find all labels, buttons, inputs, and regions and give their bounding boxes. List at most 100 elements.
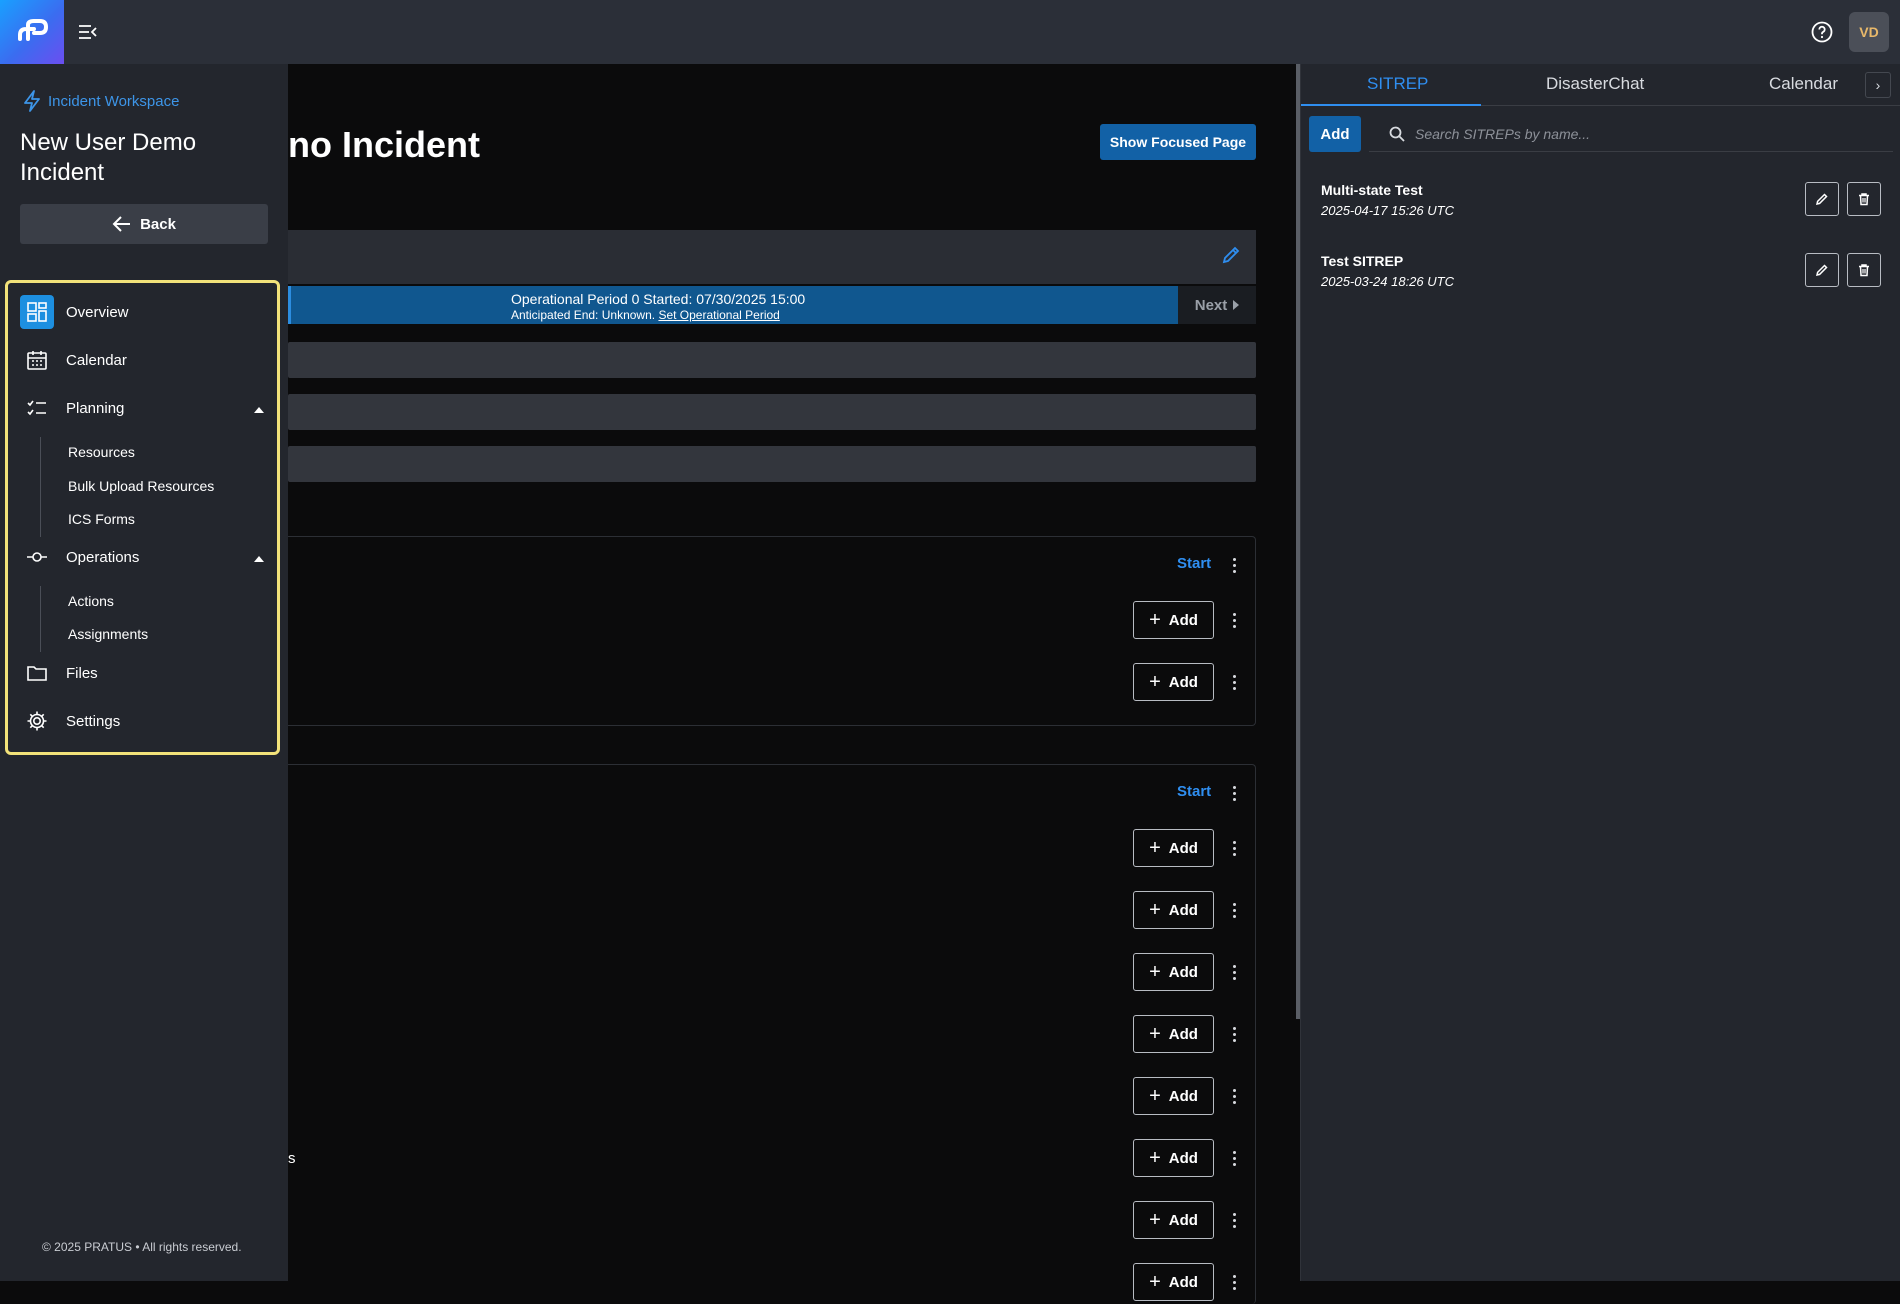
more-vertical-icon[interactable] [1226, 900, 1242, 920]
add-button[interactable]: + Add [1133, 1139, 1214, 1177]
caret-right-icon [1233, 300, 1240, 310]
sidebar-item-ics-forms[interactable]: ICS Forms [68, 511, 135, 527]
add-button[interactable]: + Add [1133, 891, 1214, 929]
add-button[interactable]: + Add [1133, 601, 1214, 639]
tab-sitrep[interactable]: SITREP [1367, 74, 1428, 94]
more-vertical-icon[interactable] [1226, 1024, 1242, 1044]
info-bar [288, 446, 1256, 482]
plus-icon: + [1149, 1147, 1161, 1169]
sidebar-item-files[interactable]: Files [20, 656, 98, 690]
checklist-icon [20, 391, 54, 425]
start-link[interactable]: Start [1177, 783, 1211, 800]
right-panel: SITREP DisasterChat Calendar › Add Multi… [1300, 64, 1900, 1281]
sidebar-nav: Overview Calendar Planning Resources Bul… [5, 280, 280, 755]
edit-sitrep-button[interactable] [1805, 182, 1839, 216]
sitrep-list-item[interactable]: Test SITREP 2025-03-24 18:26 UTC [1321, 253, 1891, 303]
arrow-left-icon [112, 216, 131, 232]
back-button[interactable]: Back [20, 204, 268, 244]
add-button[interactable]: + Add [1133, 1201, 1214, 1239]
sidebar-item-settings[interactable]: Settings [20, 704, 120, 738]
chevron-up-icon[interactable] [254, 407, 264, 413]
add-button[interactable]: + Add [1133, 663, 1214, 701]
add-button[interactable]: + Add [1133, 953, 1214, 991]
back-label: Back [140, 215, 176, 233]
sitrep-name: Multi-state Test [1321, 182, 1423, 198]
more-vertical-icon[interactable] [1226, 1148, 1242, 1168]
add-button[interactable]: + Add [1133, 1077, 1214, 1115]
more-vertical-icon[interactable] [1226, 962, 1242, 982]
add-button[interactable]: + Add [1133, 829, 1214, 867]
more-vertical-icon[interactable] [1226, 672, 1242, 692]
next-period-button[interactable]: Next [1178, 286, 1256, 324]
sidebar-item-bulk-upload-resources[interactable]: Bulk Upload Resources [68, 478, 214, 494]
sidebar-item-label: Calendar [66, 351, 127, 369]
delete-sitrep-button[interactable] [1847, 182, 1881, 216]
sidebar-item-label: Overview [66, 303, 129, 321]
sidebar-item-label: Operations [66, 548, 140, 566]
add-label: Add [1168, 839, 1198, 857]
more-vertical-icon[interactable] [1226, 610, 1242, 630]
sidebar-item-label: Planning [66, 399, 125, 417]
folder-icon [20, 656, 54, 690]
sitrep-date: 2025-03-24 18:26 UTC [1321, 274, 1454, 289]
sidebar: Incident Workspace New User Demo Inciden… [0, 64, 288, 1281]
more-vertical-icon[interactable] [1226, 838, 1242, 858]
more-vertical-icon[interactable] [1226, 1210, 1242, 1230]
help-circle-icon[interactable] [1810, 20, 1834, 44]
chevron-right-icon[interactable]: › [1865, 72, 1891, 98]
menu-collapse-icon[interactable] [76, 20, 100, 44]
lightning-icon [24, 90, 40, 112]
add-button[interactable]: + Add [1133, 1263, 1214, 1301]
list-item-text-fragment: s [288, 1150, 296, 1167]
plus-icon: + [1149, 1271, 1161, 1293]
pencil-icon [1815, 264, 1828, 277]
next-label: Next [1194, 296, 1228, 314]
section-card: Start + Add + Add + Add + Add + Add + Add + Add… [288, 764, 1256, 1304]
delete-sitrep-button[interactable] [1847, 253, 1881, 287]
show-focused-page-button[interactable]: Show Focused Page [1100, 124, 1256, 160]
start-link[interactable]: Start [1177, 555, 1211, 572]
sitrep-search [1369, 116, 1893, 152]
add-button[interactable]: + Add [1133, 1015, 1214, 1053]
sidebar-item-operations[interactable]: Operations [20, 540, 139, 574]
sidebar-item-planning[interactable]: Planning [20, 391, 124, 425]
more-vertical-icon[interactable] [1226, 1272, 1242, 1292]
tab-disasterchat[interactable]: DisasterChat [1546, 74, 1644, 94]
chevron-up-icon[interactable] [254, 556, 264, 562]
add-sitrep-button[interactable]: Add [1309, 116, 1361, 152]
pratus-logo-icon[interactable] [0, 0, 64, 64]
sidebar-item-assignments[interactable]: Assignments [68, 626, 148, 642]
sidebar-item-overview[interactable]: Overview [20, 295, 129, 329]
user-avatar[interactable]: VD [1849, 12, 1889, 52]
sitrep-date: 2025-04-17 15:26 UTC [1321, 203, 1454, 218]
incident-title: New User Demo Incident [20, 129, 197, 186]
active-tab-indicator [1301, 104, 1481, 106]
add-label: Add [1168, 673, 1198, 691]
add-label: Add [1168, 1025, 1198, 1043]
add-label: Add [1168, 1273, 1198, 1291]
sidebar-item-label: Settings [66, 712, 121, 730]
sidebar-item-actions[interactable]: Actions [68, 593, 114, 609]
page-title: no Incident [288, 124, 480, 165]
info-bar [288, 394, 1256, 430]
gear-icon [20, 704, 54, 738]
sidebar-item-resources[interactable]: Resources [68, 444, 135, 460]
add-label: Add [1168, 611, 1198, 629]
incident-workspace-link[interactable]: Incident Workspace [22, 90, 179, 112]
more-vertical-icon[interactable] [1226, 783, 1242, 803]
add-label: Add [1168, 1087, 1198, 1105]
plus-icon: + [1149, 609, 1161, 631]
more-vertical-icon[interactable] [1226, 555, 1242, 575]
sitrep-list-item[interactable]: Multi-state Test 2025-04-17 15:26 UTC [1321, 182, 1891, 232]
add-label: Add [1168, 963, 1198, 981]
plus-icon: + [1149, 1085, 1161, 1107]
add-label: Add [1168, 1149, 1198, 1167]
search-input[interactable] [1415, 125, 1855, 142]
tab-calendar[interactable]: Calendar [1769, 74, 1838, 94]
edit-sitrep-button[interactable] [1805, 253, 1839, 287]
sidebar-item-calendar[interactable]: Calendar [20, 343, 127, 377]
set-operational-period-link[interactable]: Set Operational Period [658, 308, 779, 322]
search-icon [1389, 126, 1405, 142]
more-vertical-icon[interactable] [1226, 1086, 1242, 1106]
pencil-icon[interactable] [1221, 245, 1241, 265]
